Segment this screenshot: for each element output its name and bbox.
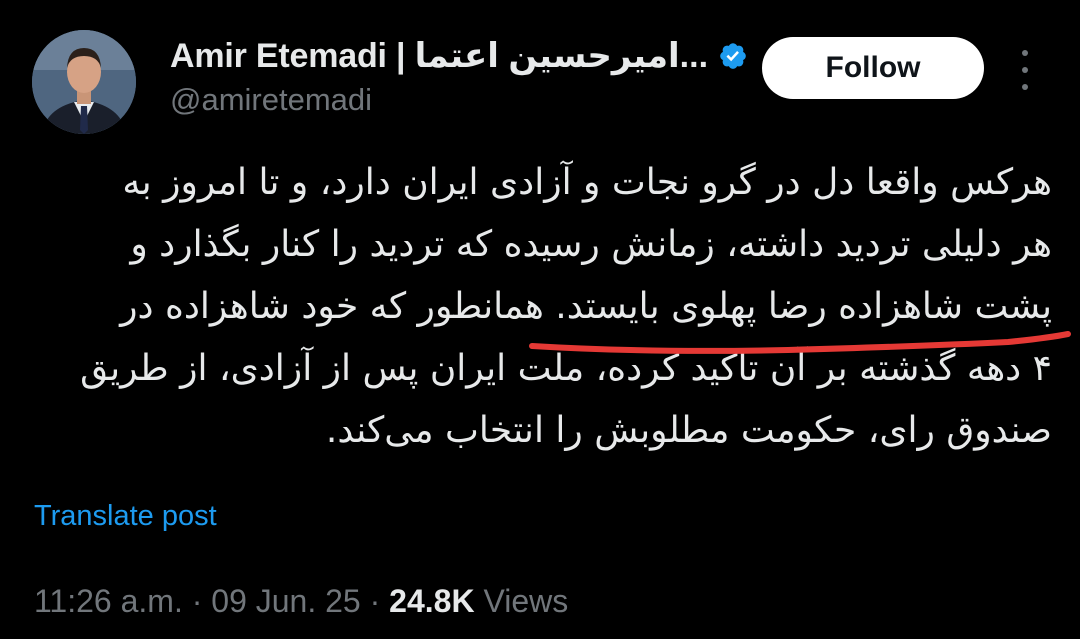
post-text: هرکس واقعا دل در گرو نجات و آزادی ایران … — [36, 152, 1052, 462]
post-date[interactable]: 09 Jun. 25 — [211, 583, 360, 619]
post-line: هرکس واقعا دل در گرو نجات و آزادی ایران … — [122, 162, 1052, 203]
more-dot — [1022, 67, 1028, 73]
post-line: صندوق رای، حکومت مطلوبش را انتخاب می‌کند… — [325, 410, 1052, 451]
more-vertical-icon[interactable] — [1018, 50, 1032, 90]
author-name-line: Amir Etemadi | امیرحسین اعتما... — [170, 36, 748, 76]
views-label: Views — [474, 583, 569, 619]
meta-separator: · — [360, 583, 390, 619]
red-underline-annotation — [529, 331, 1071, 354]
follow-button[interactable]: Follow — [762, 37, 984, 99]
views-count[interactable]: 24.8K — [389, 583, 474, 619]
author-display-name[interactable]: Amir Etemadi | امیرحسین اعتما... — [170, 36, 708, 76]
translate-post-link[interactable]: Translate post — [34, 500, 217, 533]
more-dot — [1022, 50, 1028, 56]
author-handle[interactable]: @amiretemadi — [170, 82, 372, 118]
post-time[interactable]: 11:26 a.m. — [34, 583, 183, 619]
post-meta: 11:26 a.m. · 09 Jun. 25 · 24.8K Views — [34, 583, 568, 620]
avatar[interactable] — [32, 30, 136, 134]
verified-badge-icon — [720, 43, 746, 69]
tweet-card: Amir Etemadi | امیرحسین اعتما... @amiret… — [0, 0, 1080, 639]
post-line: هر دلیلی تردید داشته، زمانش رسیده که ترد… — [130, 224, 1052, 265]
avatar-photo — [32, 30, 136, 134]
meta-separator: · — [182, 583, 212, 619]
more-dot — [1022, 84, 1028, 90]
